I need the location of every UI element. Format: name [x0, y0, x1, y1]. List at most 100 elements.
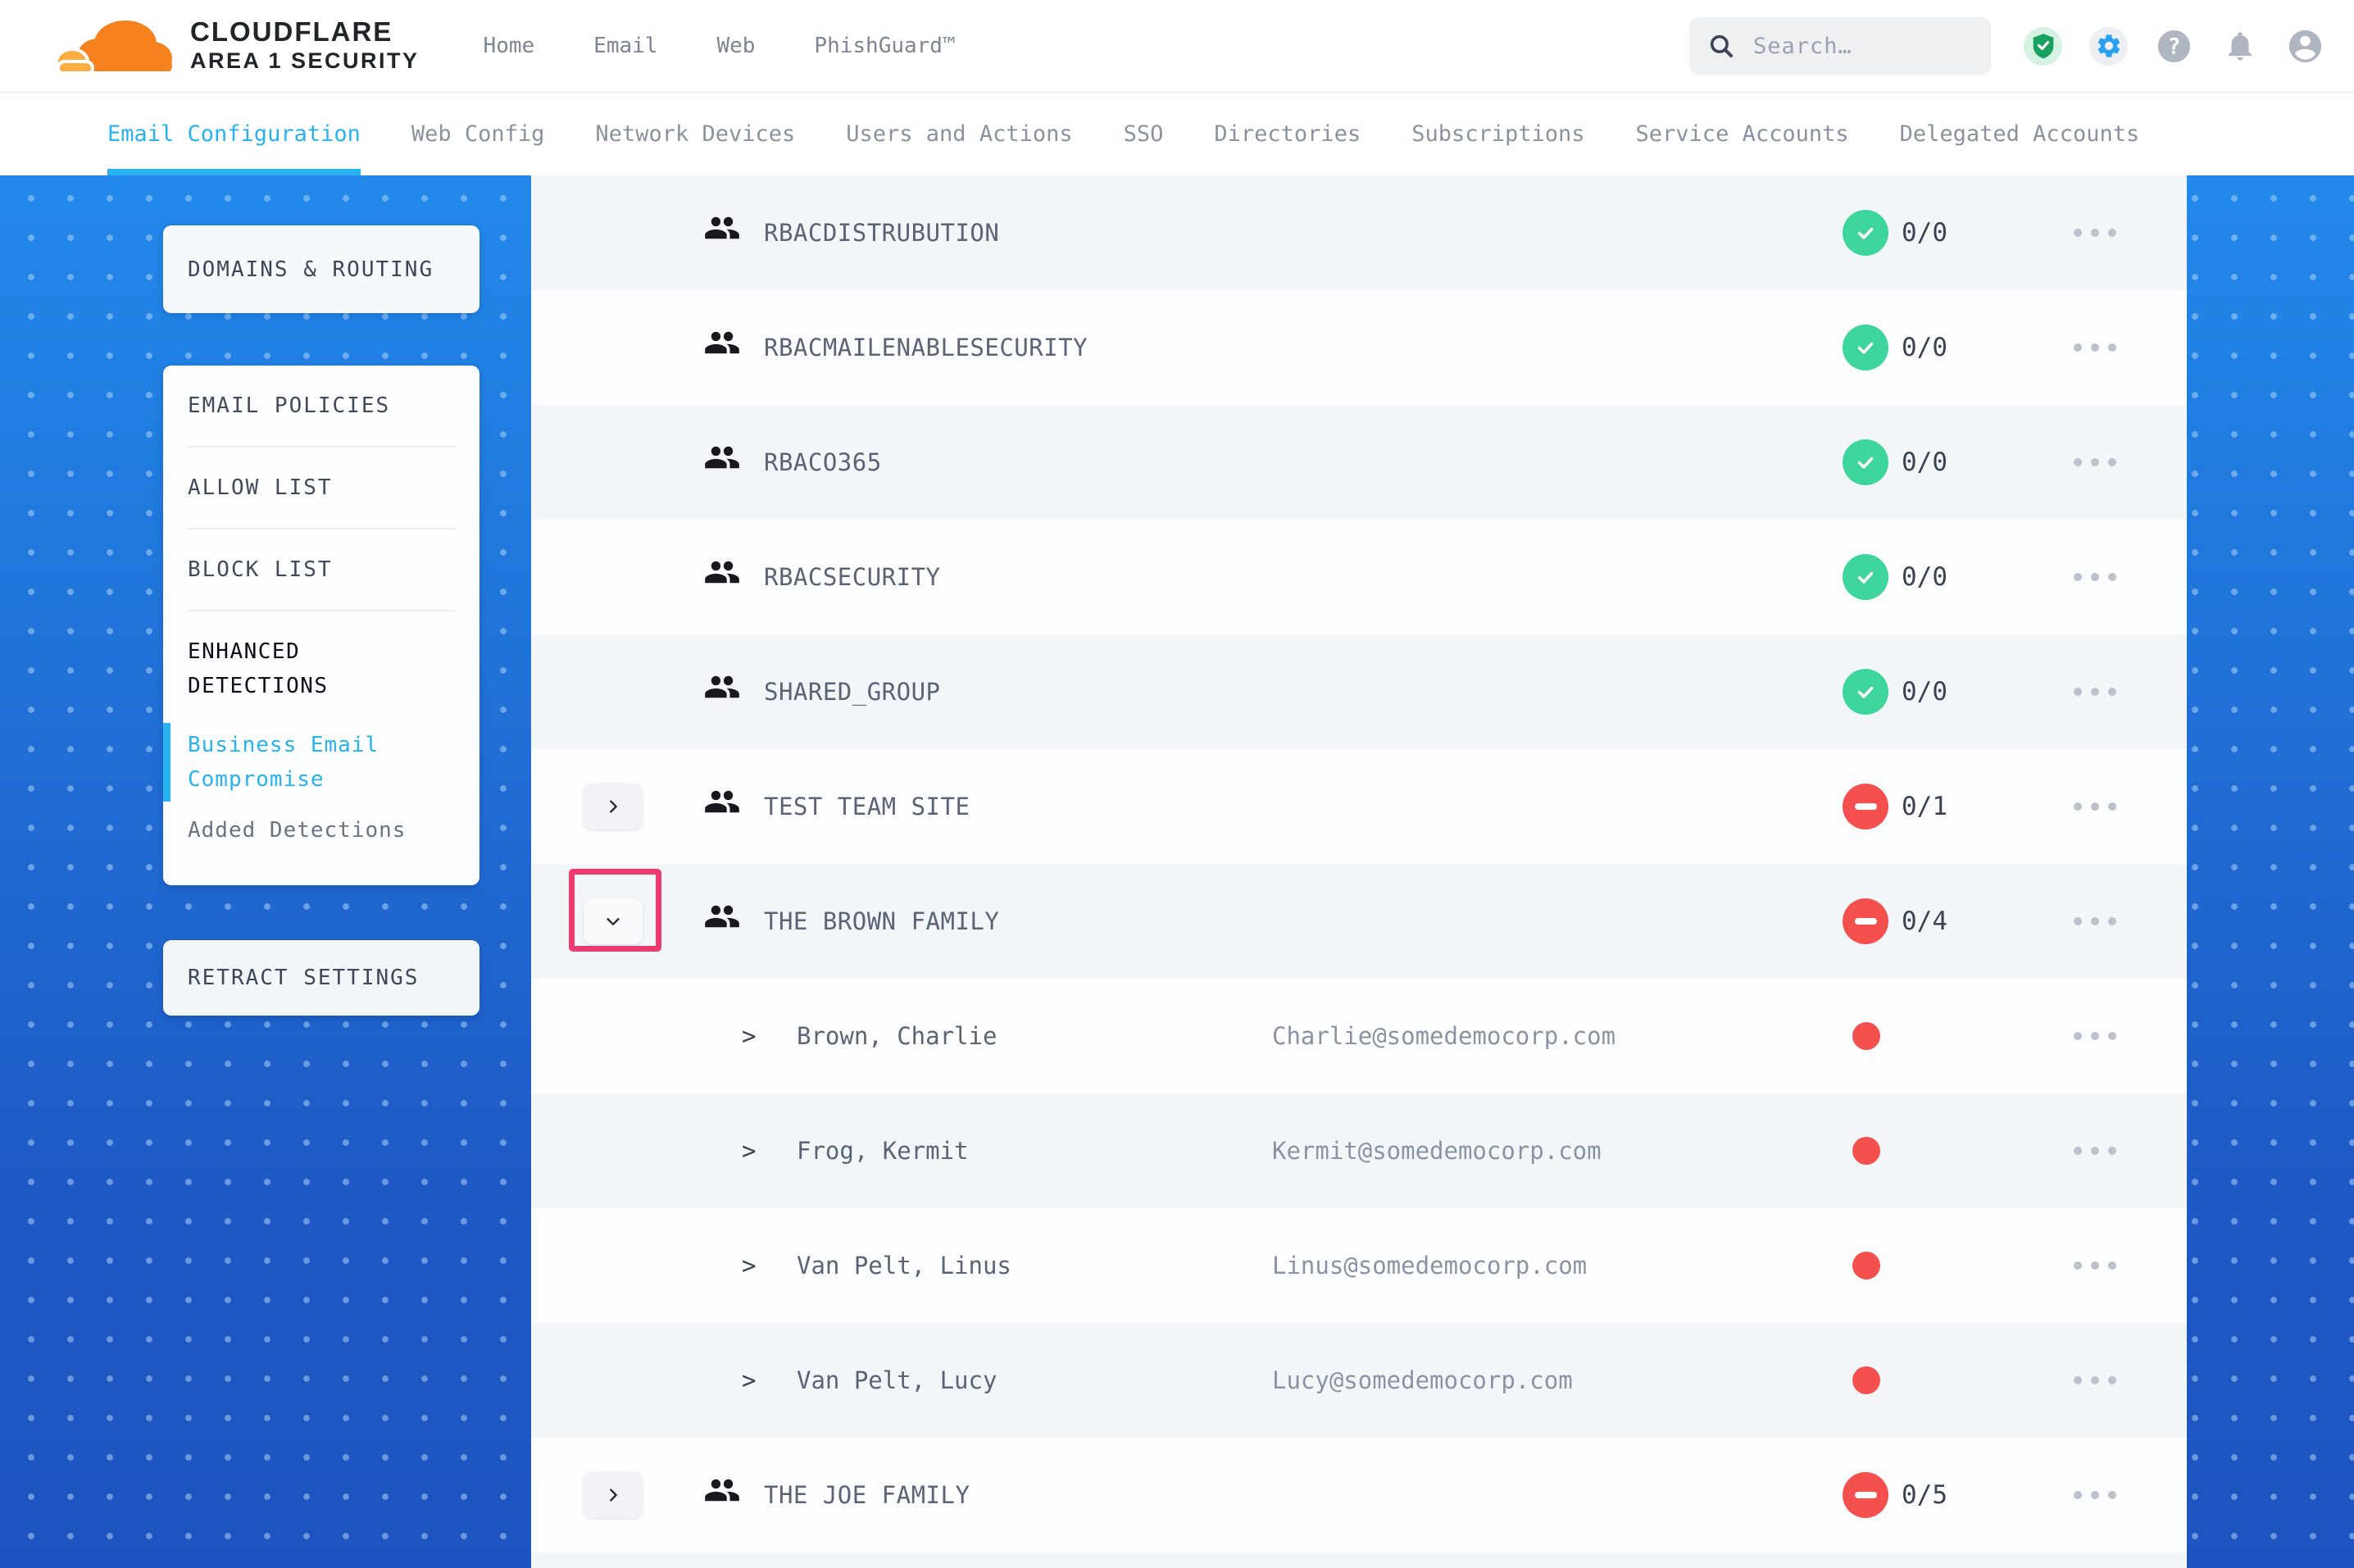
- status-count: 0/5: [1902, 1480, 1947, 1510]
- sidebar-item-business-email-compromise[interactable]: Business Email Compromise: [188, 728, 455, 797]
- ellipsis-dot: [2091, 802, 2099, 811]
- sidebar-item-domains-routing[interactable]: DOMAINS & ROUTING: [163, 225, 479, 313]
- ellipsis-dot: [2108, 1376, 2116, 1384]
- status-badge-pass: [1843, 669, 1888, 715]
- search-icon: [1707, 32, 1735, 60]
- status-badge-fail: [1843, 898, 1888, 944]
- svg-text:?: ?: [2168, 34, 2181, 59]
- status-count: 0/0: [1902, 218, 1947, 248]
- chevron-right-icon[interactable]: >: [742, 1366, 756, 1394]
- ellipsis-dot: [2108, 229, 2116, 237]
- table-row: TEST TEAM SITE 0/1: [531, 749, 2187, 864]
- ellipsis-dot: [2108, 573, 2116, 581]
- status-badge-pass: [1843, 439, 1888, 485]
- group-name: RBACDISTRUBUTION: [764, 219, 999, 247]
- ellipsis-dot: [2074, 573, 2082, 581]
- sidebar-item-enhanced-detections[interactable]: ENHANCED DETECTIONS: [188, 634, 393, 703]
- ellipsis-dot: [2074, 1376, 2082, 1384]
- bell-icon[interactable]: [2220, 27, 2259, 66]
- expand-row-button[interactable]: [584, 1472, 643, 1518]
- collapse-row-button[interactable]: [584, 898, 643, 944]
- tab-subscriptions[interactable]: Subscriptions: [1411, 93, 1584, 175]
- ellipsis-dot: [2074, 1491, 2082, 1499]
- ellipsis-dot: [2074, 1032, 2082, 1040]
- ellipsis-dot: [2074, 688, 2082, 696]
- tab-sso[interactable]: SSO: [1124, 93, 1164, 175]
- status-count: 0/0: [1902, 448, 1947, 477]
- cloudflare-logo[interactable]: CLOUDFLARE AREA 1 SECURITY: [48, 11, 420, 81]
- ellipsis-dot: [2074, 802, 2082, 811]
- user-email: Linus@somedemocorp.com: [1272, 1252, 1587, 1279]
- ellipsis-dot: [2108, 343, 2116, 352]
- cloudflare-cloud-icon: [48, 11, 179, 81]
- nav-item-phishguard[interactable]: PhishGuard™: [814, 34, 955, 58]
- help-icon[interactable]: ?: [2155, 27, 2193, 66]
- search-box[interactable]: [1689, 17, 1991, 75]
- brand-subname: AREA 1 SECURITY: [190, 47, 420, 75]
- ellipsis-dot: [2091, 1376, 2099, 1384]
- sidebar-item-allow-list[interactable]: ALLOW LIST: [188, 448, 455, 529]
- tab-delegated-accounts[interactable]: Delegated Accounts: [1900, 93, 2140, 175]
- gear-icon[interactable]: [2089, 27, 2128, 66]
- row-menu-button[interactable]: [2070, 1483, 2120, 1507]
- row-menu-button[interactable]: [2070, 1368, 2120, 1393]
- shield-check-icon[interactable]: [2024, 27, 2062, 66]
- row-menu-button[interactable]: [2070, 1253, 2120, 1278]
- ellipsis-dot: [2091, 458, 2099, 466]
- row-menu-button[interactable]: [2070, 909, 2120, 934]
- account-icon[interactable]: [2286, 27, 2324, 66]
- row-menu-button[interactable]: [2070, 794, 2120, 819]
- row-menu-button[interactable]: [2070, 565, 2120, 589]
- tab-directories[interactable]: Directories: [1214, 93, 1361, 175]
- tab-users-and-actions[interactable]: Users and Actions: [846, 93, 1072, 175]
- status-count: 0/0: [1902, 333, 1947, 362]
- ellipsis-dot: [2074, 229, 2082, 237]
- ellipsis-dot: [2108, 1491, 2116, 1499]
- tab-network-devices[interactable]: Network Devices: [595, 93, 795, 175]
- sidebar-item-email-policies[interactable]: EMAIL POLICIES: [188, 366, 455, 448]
- chevron-right-icon[interactable]: >: [742, 1252, 756, 1279]
- check-icon: [1853, 220, 1878, 245]
- row-menu-button[interactable]: [2070, 335, 2120, 360]
- check-icon: [1853, 450, 1878, 475]
- ellipsis-dot: [2108, 458, 2116, 466]
- top-header: CLOUDFLARE AREA 1 SECURITY Home Email We…: [0, 0, 2354, 93]
- tab-web-config[interactable]: Web Config: [411, 93, 545, 175]
- check-icon: [1853, 565, 1878, 589]
- chevron-right-icon[interactable]: >: [742, 1022, 756, 1050]
- table-row: THE JOE FAMILY 0/5: [531, 1438, 2187, 1552]
- expand-row-button[interactable]: [584, 784, 643, 829]
- groups-table: RBACDISTRUBUTION 0/0 RBACMAILENABLESECUR…: [531, 175, 2187, 1568]
- sidebar-item-retract-settings[interactable]: RETRACT SETTINGS: [163, 940, 479, 1016]
- nav-item-email[interactable]: Email: [593, 34, 657, 58]
- status-dot-fail: [1852, 1022, 1880, 1050]
- user-email: Kermit@somedemocorp.com: [1272, 1137, 1602, 1165]
- tab-service-accounts[interactable]: Service Accounts: [1636, 93, 1849, 175]
- group-icon: [703, 558, 741, 589]
- row-menu-button[interactable]: [2070, 1024, 2120, 1048]
- search-input[interactable]: [1752, 33, 1973, 60]
- group-icon: [703, 673, 741, 704]
- row-menu-button[interactable]: [2070, 1139, 2120, 1163]
- sidebar-item-block-list[interactable]: BLOCK LIST: [188, 529, 455, 611]
- ellipsis-dot: [2091, 1147, 2099, 1155]
- header-icon-row: ?: [2024, 27, 2324, 66]
- ellipsis-dot: [2108, 917, 2116, 925]
- sidebar-item-added-detections[interactable]: Added Detections: [188, 818, 455, 843]
- primary-nav: Home Email Web PhishGuard™: [484, 34, 956, 58]
- nav-item-web[interactable]: Web: [716, 34, 755, 58]
- row-menu-button[interactable]: [2070, 679, 2120, 704]
- status-count: 0/0: [1902, 677, 1947, 707]
- nav-item-home[interactable]: Home: [484, 34, 535, 58]
- row-menu-button[interactable]: [2070, 220, 2120, 245]
- table-row: RBACMAILENABLESECURITY 0/0: [531, 290, 2187, 405]
- tab-email-configuration[interactable]: Email Configuration: [107, 93, 361, 175]
- sidebar-label: EMAIL POLICIES: [188, 393, 390, 418]
- ellipsis-dot: [2091, 1261, 2099, 1270]
- user-name: Van Pelt, Linus: [797, 1252, 1011, 1279]
- user-name: Frog, Kermit: [797, 1137, 969, 1165]
- ellipsis-dot: [2074, 1261, 2082, 1270]
- chevron-right-icon[interactable]: >: [742, 1137, 756, 1165]
- row-menu-button[interactable]: [2070, 450, 2120, 475]
- group-name: RBACO365: [764, 448, 882, 476]
